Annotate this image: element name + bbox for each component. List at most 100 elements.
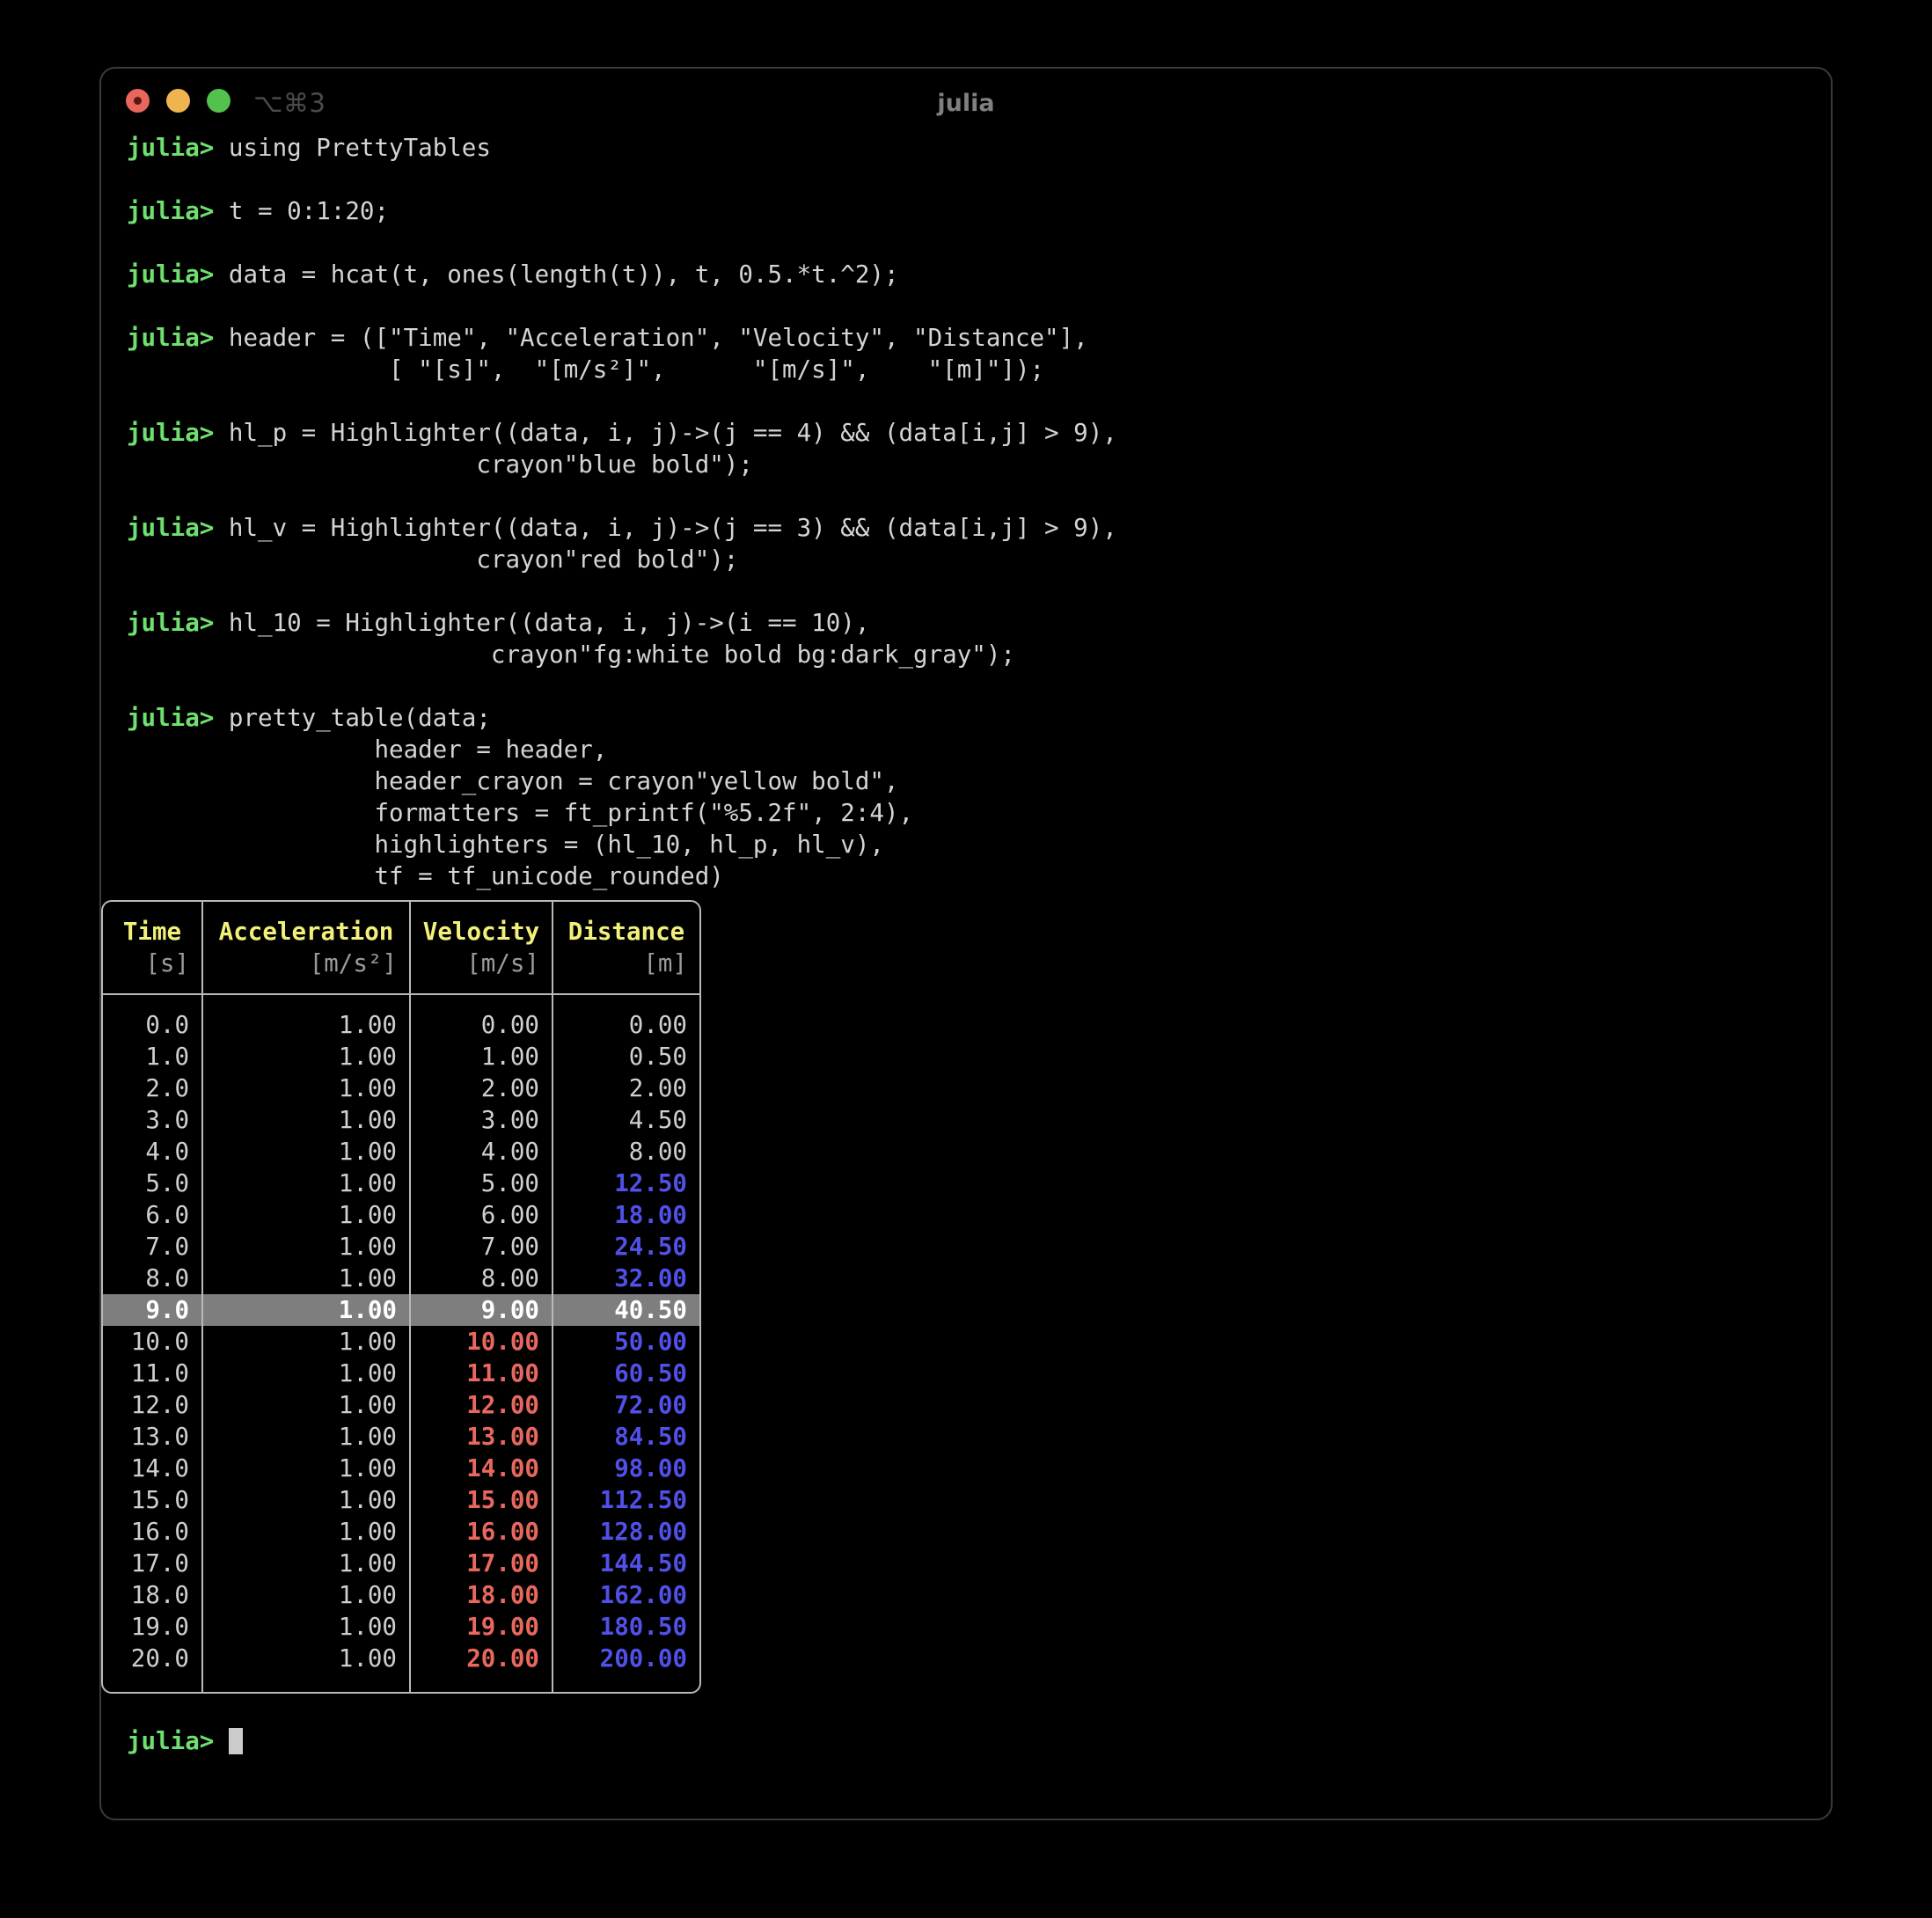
- table-cell: 0.50: [553, 1041, 699, 1072]
- table-header-pad-cell: [203, 902, 409, 916]
- table-cell: 98.00: [553, 1453, 699, 1484]
- table-cell: 1.00: [203, 1041, 409, 1072]
- table-cell: 18.00: [553, 1199, 699, 1231]
- table-cell: 0.0: [103, 1009, 201, 1041]
- table-cell: 14.00: [411, 1453, 552, 1484]
- table-cell: 15.00: [411, 1484, 552, 1516]
- table-row: 2.01.002.002.00: [103, 1072, 699, 1104]
- table-row: 11.01.0011.0060.50: [103, 1358, 699, 1389]
- title-bar: ⌥⌘3 julia: [101, 69, 1831, 132]
- console-prompt-line: julia> header = (["Time", "Acceleration"…: [101, 322, 1831, 354]
- console-code-text: formatters = ft_printf("%5.2f", 2:4),: [127, 799, 913, 827]
- table-cell: 17.0: [103, 1548, 201, 1579]
- prompt-label: julia>: [127, 197, 214, 225]
- console-code-text: crayon"red bold");: [127, 545, 738, 574]
- table-cell: 1.00: [203, 1263, 409, 1294]
- table-cell: 1.00: [203, 1136, 409, 1168]
- table-cell: 60.50: [553, 1358, 699, 1389]
- console-blank-line: [101, 164, 1831, 195]
- table-cell: 7.0: [103, 1231, 201, 1263]
- table-cell: 2.00: [553, 1072, 699, 1104]
- table-cell: 11.00: [411, 1358, 552, 1389]
- column-header-distance: Distance: [553, 916, 699, 948]
- console-code-text: t = 0:1:20;: [214, 197, 389, 225]
- column-header-acceleration: Acceleration: [203, 916, 409, 948]
- console-code-text: header_crayon = crayon"yellow bold",: [127, 767, 899, 795]
- table-cell: 1.00: [203, 1072, 409, 1104]
- console-code-text: crayon"fg:white bold bg:dark_gray");: [127, 641, 1015, 669]
- table-cell: 8.00: [411, 1263, 552, 1294]
- table-row: 9.01.009.0040.50: [103, 1294, 699, 1326]
- table-row: 6.01.006.0018.00: [103, 1199, 699, 1231]
- table-row: 18.01.0018.00162.00: [103, 1579, 699, 1611]
- table-cell: 1.0: [103, 1041, 201, 1072]
- console-continuation-line: [ "[s]", "[m/s²]", "[m/s]", "[m]"]);: [101, 354, 1831, 385]
- table-cell: 1.00: [203, 1358, 409, 1389]
- table-row: 12.01.0012.0072.00: [103, 1389, 699, 1421]
- pretty-table: TimeAccelerationVelocityDistance[s][m/s²…: [101, 900, 701, 1694]
- table-body-pad-cell: [203, 1674, 409, 1692]
- console-prompt-line: julia> hl_p = Highlighter((data, i, j)->…: [101, 417, 1831, 449]
- table-cell: 4.50: [553, 1104, 699, 1136]
- table-cell: 18.0: [103, 1579, 201, 1611]
- console-code-text: using PrettyTables: [214, 134, 491, 162]
- console-blank-line: [101, 227, 1831, 259]
- table-cell: 1.00: [203, 1421, 409, 1453]
- table-cell: 14.0: [103, 1453, 201, 1484]
- table-cell: 4.00: [411, 1136, 552, 1168]
- table-cell: 9.0: [103, 1294, 201, 1326]
- table-body-pad-cell: [411, 995, 552, 1009]
- console-code-text: tf = tf_unicode_rounded): [127, 862, 724, 890]
- console-continuation-line: tf = tf_unicode_rounded): [101, 860, 1831, 892]
- table-row: 17.01.0017.00144.50: [103, 1548, 699, 1579]
- table-body-pad: [103, 995, 699, 1009]
- table-cell: 12.0: [103, 1389, 201, 1421]
- table-cell: 50.00: [553, 1326, 699, 1358]
- table-cell: 24.50: [553, 1231, 699, 1263]
- table-cell: 20.0: [103, 1643, 201, 1674]
- table-cell: 19.0: [103, 1611, 201, 1643]
- table-body-pad-cell: [103, 995, 201, 1009]
- table-cell: 1.00: [203, 1326, 409, 1358]
- table-row: 7.01.007.0024.50: [103, 1231, 699, 1263]
- table-cell: 15.0: [103, 1484, 201, 1516]
- table-cell: 18.00: [411, 1579, 552, 1611]
- table-row: 19.01.0019.00180.50: [103, 1611, 699, 1643]
- console-code-text: highlighters = (hl_10, hl_p, hl_v),: [127, 831, 884, 859]
- table-cell: 1.00: [203, 1516, 409, 1548]
- terminal-window: ⌥⌘3 julia julia> using PrettyTablesjulia…: [99, 67, 1833, 1820]
- table-header-pad: [103, 979, 699, 993]
- column-unit-acceleration: [m/s²]: [203, 948, 409, 979]
- table-row: 4.01.004.008.00: [103, 1136, 699, 1168]
- console-code-text: header = header,: [127, 736, 607, 764]
- table-cell: 12.50: [553, 1168, 699, 1199]
- text-cursor: [229, 1728, 243, 1754]
- console-prompt-line: julia> pretty_table(data;: [101, 702, 1831, 734]
- table-cell: 128.00: [553, 1516, 699, 1548]
- table-cell: 1.00: [203, 1231, 409, 1263]
- console-continuation-line: header_crayon = crayon"yellow bold",: [101, 765, 1831, 797]
- console-continuation-line: crayon"red bold");: [101, 544, 1831, 575]
- console-blank-line: [101, 670, 1831, 702]
- active-prompt-line[interactable]: julia>: [101, 1725, 1831, 1757]
- terminal-output-area[interactable]: julia> using PrettyTables julia> t = 0:1:…: [101, 132, 1831, 1757]
- table-row: 8.01.008.0032.00: [103, 1263, 699, 1294]
- table-cell: 40.50: [553, 1294, 699, 1326]
- table-cell: 9.00: [411, 1294, 552, 1326]
- table-cell: 112.50: [553, 1484, 699, 1516]
- prompt-label: julia>: [127, 324, 214, 352]
- console-prompt-line: julia> hl_10 = Highlighter((data, i, j)-…: [101, 607, 1831, 639]
- table-header-units-row: [s][m/s²][m/s][m]: [103, 948, 699, 979]
- table-cell: 7.00: [411, 1231, 552, 1263]
- table-row: 15.01.0015.00112.50: [103, 1484, 699, 1516]
- console-code-text: [ "[s]", "[m/s²]", "[m/s]", "[m]"]);: [127, 355, 1044, 384]
- table-header-pad-cell: [411, 902, 552, 916]
- table-cell: 1.00: [203, 1611, 409, 1643]
- prompt-label: julia>: [127, 704, 214, 732]
- table-cell: 8.00: [553, 1136, 699, 1168]
- table-body-pad: [103, 1674, 699, 1692]
- prompt-label: julia>: [127, 514, 214, 542]
- table-cell: 11.0: [103, 1358, 201, 1389]
- table-row: 20.01.0020.00200.00: [103, 1643, 699, 1674]
- table-cell: 16.00: [411, 1516, 552, 1548]
